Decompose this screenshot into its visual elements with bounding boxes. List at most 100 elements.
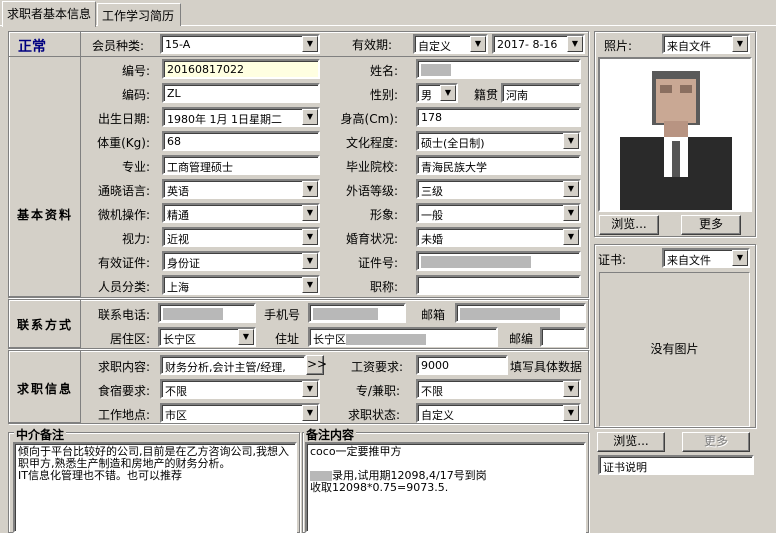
- redacted-id: [421, 256, 531, 268]
- salary-label: 工资要求:: [350, 360, 403, 374]
- validity-label: 有效期:: [352, 38, 393, 52]
- cert-image-area[interactable]: 没有图片: [599, 272, 750, 427]
- phone-label: 联系电话:: [97, 308, 150, 322]
- chevron-down-icon: ▼: [732, 36, 748, 52]
- birth-label: 出生日期:: [97, 112, 150, 126]
- chevron-down-icon: ▼: [563, 229, 579, 245]
- computer-label: 微机操作:: [97, 208, 150, 222]
- image-label: 形象:: [369, 208, 398, 222]
- school-field[interactable]: 青海民族大学: [416, 155, 581, 175]
- code-label: 编码:: [121, 88, 150, 102]
- chevron-down-icon: ▼: [470, 36, 486, 52]
- title-field[interactable]: [416, 275, 581, 295]
- redacted-mobile: [313, 308, 378, 320]
- height-field[interactable]: 178: [416, 107, 581, 127]
- validity-mode-select[interactable]: 自定义 ▼: [413, 34, 488, 54]
- district-select[interactable]: 长宁区 ▼: [158, 327, 256, 347]
- number-field[interactable]: 20160817022: [162, 59, 320, 79]
- job-state-label: 求职状态:: [347, 408, 400, 422]
- photo-source-select[interactable]: 来自文件 ▼: [662, 34, 750, 54]
- major-field[interactable]: 工商管理硕士: [162, 155, 320, 175]
- member-type-label: 会员种类:: [92, 39, 145, 53]
- redacted-email: [460, 308, 560, 320]
- chevron-down-icon: ▼: [563, 205, 579, 221]
- mobile-field[interactable]: [308, 303, 406, 323]
- member-type-select[interactable]: 15-A ▼: [160, 34, 320, 54]
- chevron-down-icon: ▼: [302, 181, 318, 197]
- agent-memo-text[interactable]: 倾向于平台比较好的公司,目前是在乙方咨询公司,我想入职甲方,熟悉生产制造和房地产…: [13, 442, 297, 533]
- chevron-down-icon: ▼: [302, 277, 318, 293]
- id-type-select[interactable]: 身份证 ▼: [162, 251, 320, 271]
- chevron-down-icon: ▼: [563, 381, 579, 397]
- basic-section-cell: [9, 57, 81, 297]
- salary-field[interactable]: 9000: [416, 355, 508, 375]
- chevron-down-icon: ▼: [440, 85, 456, 101]
- address-field[interactable]: 长宁区: [308, 327, 498, 347]
- name-field[interactable]: [416, 59, 581, 79]
- board-select[interactable]: 不限 ▼: [160, 379, 320, 399]
- cert-browse-button[interactable]: 浏览...: [597, 432, 665, 452]
- vision-label: 视力:: [121, 232, 150, 246]
- row-divider: [81, 56, 588, 57]
- photo-label: 照片:: [604, 39, 633, 53]
- weight-field[interactable]: 68: [162, 131, 320, 151]
- location-select[interactable]: 市区 ▼: [160, 403, 320, 423]
- major-label: 专业:: [121, 160, 150, 174]
- photo-browse-button[interactable]: 浏览...: [599, 215, 659, 235]
- note-memo-text[interactable]: coco一定要推甲方 录用,试用期12098,4/17号到岗 收取12098*0.…: [305, 442, 586, 533]
- redacted-address: [346, 334, 426, 345]
- chevron-down-icon: ▼: [302, 109, 318, 125]
- tab-resume[interactable]: 工作学习简历: [97, 3, 181, 26]
- height-label: 身高(Cm):: [340, 112, 398, 126]
- id-no-field[interactable]: [416, 251, 581, 271]
- image-select[interactable]: 一般 ▼: [416, 203, 581, 223]
- education-select[interactable]: 硕士(全日制) ▼: [416, 131, 581, 151]
- phone-field[interactable]: [158, 303, 256, 323]
- photo-frame[interactable]: [598, 57, 752, 212]
- redacted-phone: [163, 308, 223, 320]
- salary-hint: 填写具体数据: [510, 360, 583, 374]
- category-select[interactable]: 上海 ▼: [162, 275, 320, 295]
- cert-source-select[interactable]: 来自文件 ▼: [662, 248, 750, 268]
- chevron-down-icon: ▼: [563, 181, 579, 197]
- redacted-name: [421, 64, 451, 76]
- section-contact: 联系方式: [16, 318, 73, 332]
- language-select[interactable]: 英语 ▼: [162, 179, 320, 199]
- location-label: 工作地点:: [97, 408, 150, 422]
- gender-select[interactable]: 男 ▼: [416, 83, 458, 103]
- person-photo: [600, 59, 750, 210]
- education-label: 文化程度:: [345, 136, 398, 150]
- parttime-label: 专/兼职:: [355, 384, 400, 398]
- vision-select[interactable]: 近视 ▼: [162, 227, 320, 247]
- id-type-label: 有效证件:: [97, 256, 150, 270]
- agent-memo-title: 中介备注: [14, 426, 67, 443]
- computer-select[interactable]: 精通 ▼: [162, 203, 320, 223]
- section-basic: 基本资料: [16, 208, 73, 222]
- status-label: 正常: [18, 39, 46, 55]
- native-field[interactable]: 河南: [501, 83, 581, 103]
- birth-date-picker[interactable]: 1980年 1月 1日星期二 ▼: [162, 107, 320, 127]
- email-field[interactable]: [455, 303, 586, 323]
- job-state-select[interactable]: 自定义 ▼: [416, 403, 581, 423]
- chevron-down-icon: ▼: [567, 36, 583, 52]
- code-field[interactable]: ZL: [162, 83, 320, 103]
- zip-field[interactable]: [540, 327, 586, 347]
- lang-level-select[interactable]: 三级 ▼: [416, 179, 581, 199]
- district-label: 居住区:: [109, 332, 150, 346]
- cert-desc-field[interactable]: 证书说明: [598, 455, 754, 475]
- chevron-down-icon: ▼: [302, 405, 318, 421]
- photo-more-button[interactable]: 更多: [681, 215, 741, 235]
- cert-label: 证书:: [598, 253, 627, 267]
- marital-select[interactable]: 未婚 ▼: [416, 227, 581, 247]
- job-content-field[interactable]: 财务分析,会计主管/经理,: [160, 355, 306, 375]
- chevron-down-icon: ▼: [238, 329, 254, 345]
- cert-more-button[interactable]: 更多: [682, 432, 750, 452]
- chevron-down-icon: ▼: [302, 381, 318, 397]
- note-memo-title: 备注内容: [304, 426, 357, 443]
- parttime-select[interactable]: 不限 ▼: [416, 379, 581, 399]
- gender-label: 性别:: [369, 88, 398, 102]
- validity-date-picker[interactable]: 2017- 8-16 ▼: [492, 34, 585, 54]
- category-label: 人员分类:: [97, 280, 150, 294]
- job-content-more-button[interactable]: >>: [306, 355, 327, 375]
- tab-basic-info[interactable]: 求职者基本信息: [2, 1, 96, 27]
